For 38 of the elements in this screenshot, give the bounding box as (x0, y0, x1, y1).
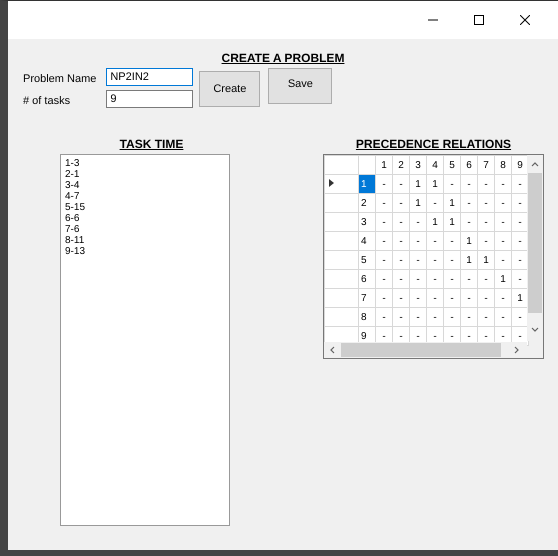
scroll-right-icon[interactable] (514, 346, 520, 354)
list-line: 9-13 (65, 246, 86, 257)
close-icon (520, 15, 530, 25)
task-time-box[interactable]: 1-3 2-1 3-4 4-7 5-15 6-6 7-6 8-11 9-13 (60, 154, 230, 526)
column-header: 6 (460, 156, 478, 174)
field-label: # of tasks (23, 94, 72, 108)
column-header: 2 (392, 156, 410, 174)
vertical-scrollbar[interactable] (527, 155, 543, 341)
column-header: 8 (494, 156, 512, 174)
column-header: 3 (410, 156, 426, 174)
list-line: 6-6 (65, 213, 80, 224)
scroll-up-icon[interactable] (531, 161, 539, 167)
create-button[interactable]: Create (199, 71, 260, 107)
save-button[interactable]: Save (268, 68, 332, 104)
tasks-field[interactable]: 9 (106, 90, 194, 108)
list-line: 7-6 (65, 224, 80, 235)
problem-name-field[interactable]: NP2IN2 (106, 68, 194, 86)
list-line: 3-4 (65, 180, 80, 191)
column-header: 4 (426, 156, 444, 174)
section-title: PRECEDENCE RELATIONS (356, 137, 512, 151)
list-line: 5-15 (65, 202, 86, 213)
data-grid[interactable]: 1 2 3 4 5 6 7 8 9 1 - - 1 1 - - - - - 2 - - 1 - 1 - - - - 3 - - - 1 1 - - - - 4 - - - - - 1 - - - 5 - - - - - 1 1 - - 6 - - - - - - - 1 - 7 - - - - - - - - 1 8 - - - - - - - - - 9 - - - - - - - - - (323, 154, 544, 359)
form-title: CREATE A PROBLEM (222, 51, 344, 65)
field-label: Problem Name (23, 72, 96, 86)
column-header: 7 (478, 156, 494, 174)
list-line: 2-1 (65, 169, 80, 180)
scroll-left-icon[interactable] (329, 346, 335, 354)
scroll-down-icon[interactable] (531, 327, 539, 333)
list-line: 1-3 (65, 158, 80, 169)
column-header: 1 (376, 156, 392, 174)
section-title: TASK TIME (120, 137, 184, 151)
horizontal-scrollbar[interactable] (324, 342, 527, 358)
column-header: 5 (444, 156, 460, 174)
list-line: 4-7 (65, 191, 80, 202)
list-line: 8-11 (65, 235, 86, 246)
minimize-icon (428, 19, 438, 21)
row-pointer-icon (329, 178, 334, 186)
maximize-icon (474, 15, 484, 25)
